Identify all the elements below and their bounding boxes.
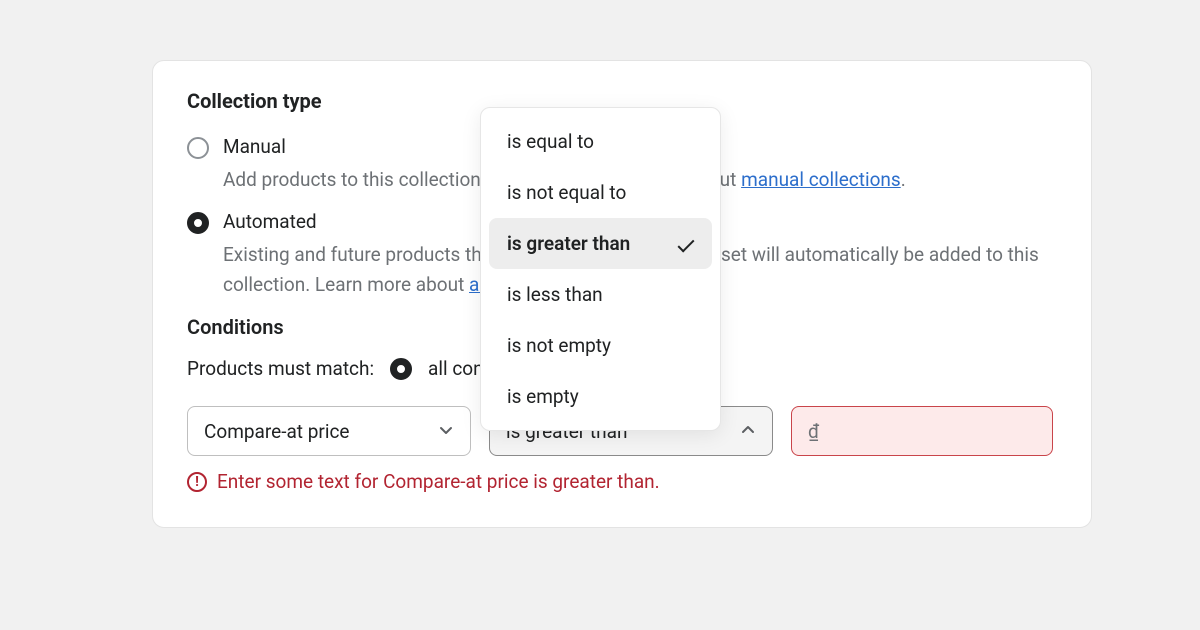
radio-automated[interactable]	[187, 212, 209, 234]
match-label: Products must match:	[187, 357, 374, 380]
dropdown-option-is-less-than[interactable]: is less than	[489, 269, 712, 320]
dropdown-option-label: is equal to	[507, 130, 594, 153]
radio-all-conditions[interactable]	[390, 358, 412, 380]
check-icon	[678, 235, 695, 252]
dropdown-option-is-not-equal-to[interactable]: is not equal to	[489, 167, 712, 218]
dropdown-option-is-greater-than[interactable]: is greater than	[489, 218, 712, 269]
manual-desc-after: .	[901, 168, 906, 191]
dropdown-option-label: is greater than	[507, 232, 630, 255]
radio-manual[interactable]	[187, 137, 209, 159]
rule-field-select[interactable]: Compare-at price	[187, 406, 471, 456]
rule-field-value: Compare-at price	[204, 420, 349, 443]
dropdown-option-label: is empty	[507, 385, 579, 408]
rule-value-placeholder: ₫	[808, 420, 819, 443]
operator-dropdown: is equal to is not equal to is greater t…	[480, 107, 721, 431]
radio-label-automated[interactable]: Automated	[223, 210, 317, 233]
manual-collections-link[interactable]: manual collections	[741, 168, 901, 191]
dropdown-option-is-not-empty[interactable]: is not empty	[489, 320, 712, 371]
dropdown-option-is-equal-to[interactable]: is equal to	[489, 116, 712, 167]
dropdown-option-is-empty[interactable]: is empty	[489, 371, 712, 422]
rule-value-input[interactable]: ₫	[791, 406, 1053, 456]
dropdown-option-label: is not empty	[507, 334, 611, 357]
radio-label-manual[interactable]: Manual	[223, 135, 286, 158]
error-text: Enter some text for Compare-at price is …	[217, 470, 660, 493]
dropdown-option-label: is less than	[507, 283, 603, 306]
error-icon: !	[187, 472, 207, 492]
dropdown-option-label: is not equal to	[507, 181, 626, 204]
chevron-up-icon	[740, 420, 756, 443]
chevron-down-icon	[438, 420, 454, 443]
error-row: ! Enter some text for Compare-at price i…	[187, 470, 1057, 493]
